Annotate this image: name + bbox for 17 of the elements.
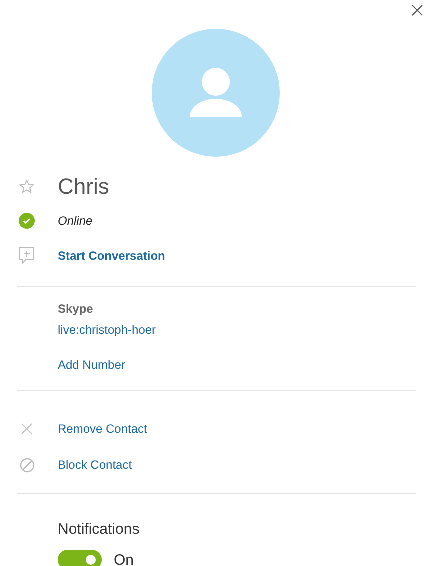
status-label: Online (58, 214, 93, 228)
notifications-toggle[interactable] (58, 550, 102, 566)
block-contact-link[interactable]: Block Contact (58, 458, 132, 472)
remove-contact-link[interactable]: Remove Contact (58, 422, 148, 436)
add-chat-icon (19, 247, 35, 265)
close-icon (412, 5, 423, 16)
toggle-state-label: On (114, 552, 134, 566)
notifications-label: Notifications (58, 521, 140, 538)
account-label: Skype (58, 302, 94, 316)
add-number-link[interactable]: Add Number (58, 358, 126, 372)
block-icon (20, 458, 34, 472)
start-conversation-link[interactable]: Start Conversation (58, 249, 166, 263)
star-icon[interactable] (19, 179, 35, 195)
contact-name: Chris (58, 174, 110, 200)
skype-id-link[interactable]: live:christoph-hoer (58, 323, 156, 337)
close-button[interactable] (410, 3, 425, 18)
close-icon (21, 423, 33, 435)
